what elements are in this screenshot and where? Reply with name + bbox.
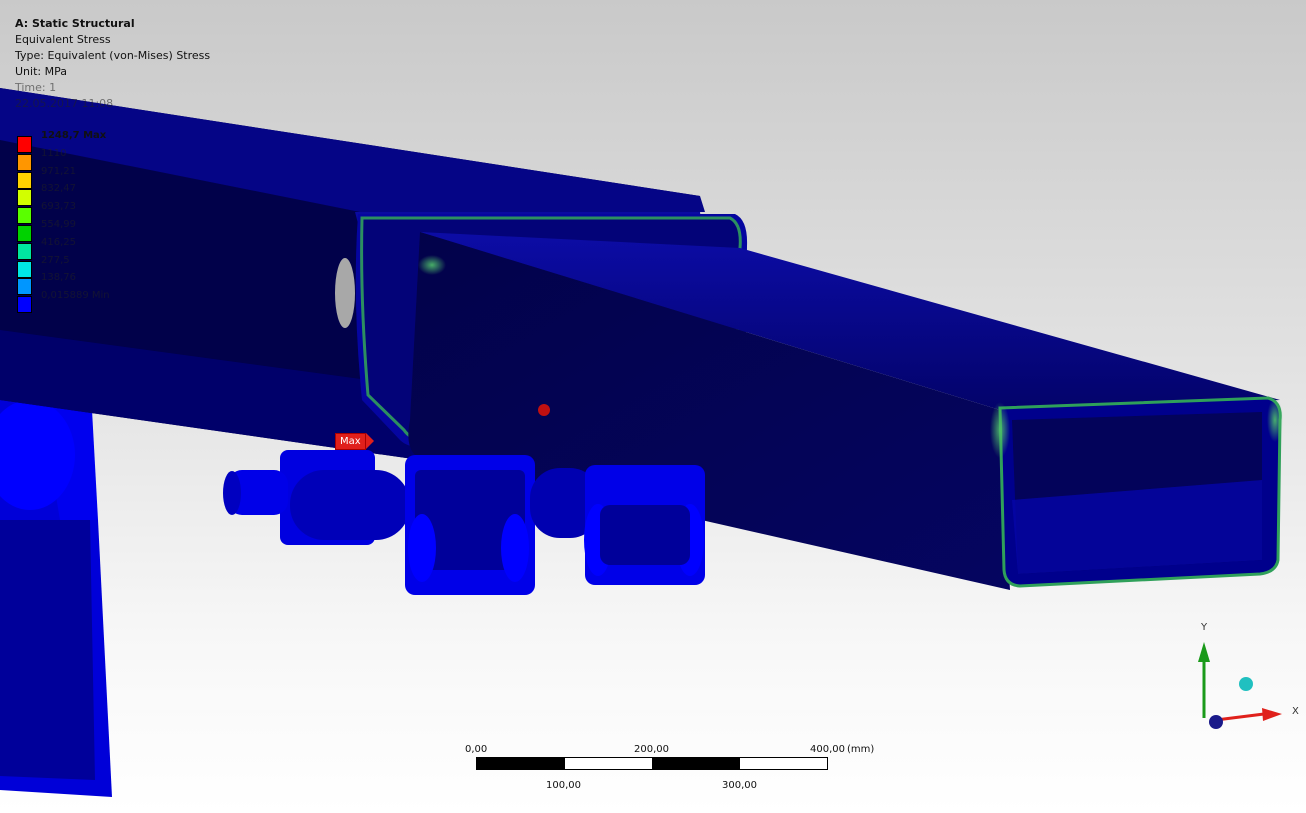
legend-label: 277,5 <box>41 254 70 266</box>
legend-color-swatch <box>17 189 32 207</box>
triad-y-label: Y <box>1201 622 1208 633</box>
scale-unit: (mm) <box>847 744 875 755</box>
scale-label-300: 300,00 <box>722 780 757 791</box>
result-info: A: Static Structural Equivalent Stress T… <box>15 16 210 112</box>
z-axis-icon <box>1209 715 1223 729</box>
result-date: 22.05.2017 11:08 <box>15 97 114 110</box>
triad-axes-icon <box>1198 642 1282 729</box>
legend-color-swatch <box>17 260 32 278</box>
legend-color-swatch <box>17 136 32 153</box>
legend-color-swatch <box>17 278 32 296</box>
pin-assembly <box>223 450 705 595</box>
coordinate-triad[interactable]: Y X <box>1170 618 1306 738</box>
result-time: Time: 1 <box>15 81 57 94</box>
scale-segment-4 <box>739 758 827 769</box>
legend-label: 832,47 <box>41 183 76 195</box>
scale-label-400: 400,00 <box>810 744 845 755</box>
x-axis-icon <box>1215 712 1265 722</box>
legend-label: 416,25 <box>41 236 76 248</box>
left-support <box>0 398 112 797</box>
legend-label: 693,73 <box>41 201 76 213</box>
scale-bar <box>476 757 828 770</box>
scale-label-0: 0,00 <box>465 744 488 755</box>
legend-label: 0,015889 Min <box>41 290 110 302</box>
iso-view-icon <box>1239 677 1253 691</box>
scale-label-100: 100,00 <box>546 780 581 791</box>
max-marker-label: Max <box>335 432 366 450</box>
legend-label: 1248,7 Max <box>41 130 107 141</box>
scale-label-200: 200,00 <box>634 744 669 755</box>
triad-x-label: X <box>1292 706 1299 717</box>
legend-label: 1110 <box>41 147 67 159</box>
legend-color-swatch <box>17 296 32 314</box>
legend-color-swatch <box>17 207 32 225</box>
result-type: Type: Equivalent (von-Mises) Stress <box>15 49 211 62</box>
legend-label: 138,76 <box>41 272 76 284</box>
result-unit: Unit: MPa <box>15 65 67 78</box>
legend-color-swatch <box>17 224 32 242</box>
legend-label: 554,99 <box>41 218 76 230</box>
max-marker-arrow <box>365 433 374 449</box>
graphics-viewport[interactable]: A: Static Structural Equivalent Stress T… <box>0 0 1306 813</box>
scale-segment-1 <box>477 758 565 769</box>
inner-tube <box>408 232 1283 590</box>
y-arrow-icon <box>1198 642 1210 662</box>
x-arrow-icon <box>1262 708 1282 721</box>
analysis-title: A: Static Structural <box>15 17 135 30</box>
result-name: Equivalent Stress <box>15 33 111 46</box>
scale-segment-3 <box>652 758 740 769</box>
legend-color-swatch <box>17 242 32 260</box>
legend-label: 971,21 <box>41 165 76 177</box>
max-marker[interactable]: Max <box>335 432 374 450</box>
stress-model[interactable] <box>0 0 1306 813</box>
scale-segment-2 <box>564 758 652 769</box>
legend-color-swatch <box>17 171 32 189</box>
legend-color-swatch <box>17 153 32 171</box>
